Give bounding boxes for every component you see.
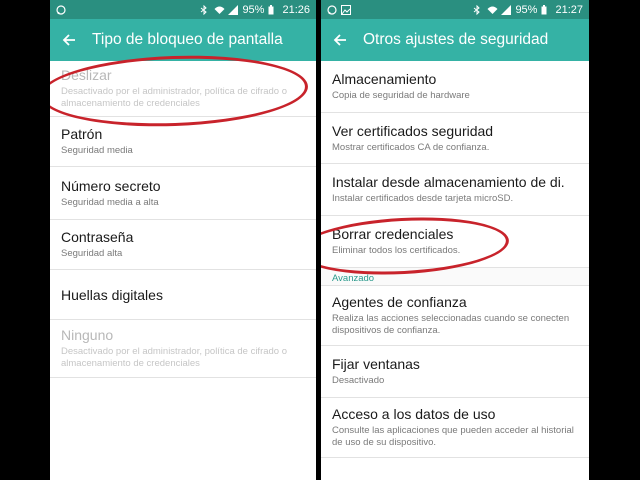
item-title: Contraseña — [61, 229, 134, 245]
item-title: Ver certificados seguridad — [332, 122, 494, 139]
right-screen: 95% 21:27 Otros ajustes de seguridad Alm… — [321, 0, 589, 480]
list-item-instalar-certificados[interactable]: Instalar desde almacenamiento de di. Ins… — [321, 164, 589, 216]
item-title: Borrar credenciales — [332, 226, 454, 242]
battery-percent: 95% — [515, 3, 538, 16]
item-title: Ninguno — [61, 327, 114, 343]
wifi-icon — [487, 5, 498, 15]
list-item-patron[interactable]: Patrón Seguridad media — [50, 117, 316, 167]
bluetooth-icon — [200, 4, 210, 15]
whatsapp-icon — [56, 4, 66, 15]
item-title: Fijar ventanas — [332, 356, 420, 372]
battery-icon — [541, 4, 551, 15]
lock-type-list: Deslizar Desactivado por el administrado… — [50, 61, 316, 378]
list-item-numero-secreto[interactable]: Número secreto Seguridad media a alta — [50, 167, 316, 220]
back-arrow-icon[interactable] — [58, 29, 80, 51]
list-item-contrasena[interactable]: Contraseña Seguridad alta — [50, 220, 316, 270]
item-title: Acceso a los datos de uso — [332, 406, 496, 422]
page-title: Tipo de bloqueo de pantalla — [92, 31, 283, 48]
item-subtitle: Desactivado — [332, 375, 385, 386]
status-bar: 95% 21:26 — [50, 0, 316, 19]
item-subtitle: Realiza las acciones seleccionadas cuand… — [332, 313, 570, 336]
item-title: Número secreto — [61, 177, 161, 194]
status-time: 21:27 — [555, 3, 583, 16]
list-item-ninguno: Ninguno Desactivado por el administrador… — [50, 320, 316, 378]
item-subtitle: Eliminar todos los certificados. — [332, 245, 461, 256]
item-subtitle: Mostrar certificados CA de confianza. — [332, 141, 490, 153]
list-item-borrar-credenciales[interactable]: Borrar credenciales Eliminar todos los c… — [321, 216, 589, 268]
list-item-fijar-ventanas[interactable]: Fijar ventanas Desactivado — [321, 346, 589, 398]
signal-icon — [501, 4, 512, 15]
image-notification-icon — [341, 4, 351, 15]
app-bar: Tipo de bloqueo de pantalla — [50, 19, 316, 61]
item-title: Huellas digitales — [61, 286, 163, 303]
item-subtitle: Desactivado por el administrador, políti… — [61, 346, 288, 369]
security-settings-list: Almacenamiento Copia de seguridad de har… — [321, 61, 589, 458]
list-item-acceso-datos-uso[interactable]: Acceso a los datos de uso Consulte las a… — [321, 398, 589, 458]
list-item-ver-certificados[interactable]: Ver certificados seguridad Mostrar certi… — [321, 113, 589, 164]
item-title: Instalar desde almacenamiento de di. — [332, 174, 565, 190]
signal-icon — [228, 4, 239, 15]
page-title: Otros ajustes de seguridad — [363, 31, 549, 48]
app-bar: Otros ajustes de seguridad — [321, 19, 589, 61]
left-screen: 95% 21:26 Tipo de bloqueo de pantalla De… — [50, 0, 316, 480]
list-item-deslizar: Deslizar Desactivado por el administrado… — [50, 61, 316, 117]
bluetooth-icon — [473, 4, 483, 15]
item-title: Deslizar — [61, 67, 112, 83]
item-subtitle: Seguridad media — [61, 145, 133, 156]
battery-icon — [268, 4, 278, 15]
status-bar: 95% 21:27 — [321, 0, 589, 19]
list-item-almacenamiento[interactable]: Almacenamiento Copia de seguridad de har… — [321, 61, 589, 113]
section-header-avanzado: Avanzado — [321, 268, 589, 286]
item-subtitle: Instalar certificados desde tarjeta micr… — [332, 193, 514, 204]
battery-percent: 95% — [242, 3, 265, 16]
item-subtitle: Desactivado por el administrador, políti… — [61, 86, 288, 109]
item-subtitle: Copia de seguridad de hardware — [332, 90, 470, 101]
item-title: Agentes de confianza — [332, 294, 467, 310]
item-subtitle: Seguridad alta — [61, 248, 123, 259]
whatsapp-icon — [327, 4, 337, 15]
item-title: Patrón — [61, 126, 103, 142]
item-subtitle: Consulte las aplicaciones que pueden acc… — [332, 425, 574, 448]
item-title: Almacenamiento — [332, 71, 437, 87]
status-time: 21:26 — [282, 3, 310, 16]
list-item-agentes-confianza[interactable]: Agentes de confianza Realiza las accione… — [321, 286, 589, 346]
item-subtitle: Seguridad media a alta — [61, 196, 159, 208]
list-item-huellas-digitales[interactable]: Huellas digitales — [50, 270, 316, 320]
back-arrow-icon[interactable] — [329, 29, 351, 51]
wifi-icon — [214, 5, 225, 15]
